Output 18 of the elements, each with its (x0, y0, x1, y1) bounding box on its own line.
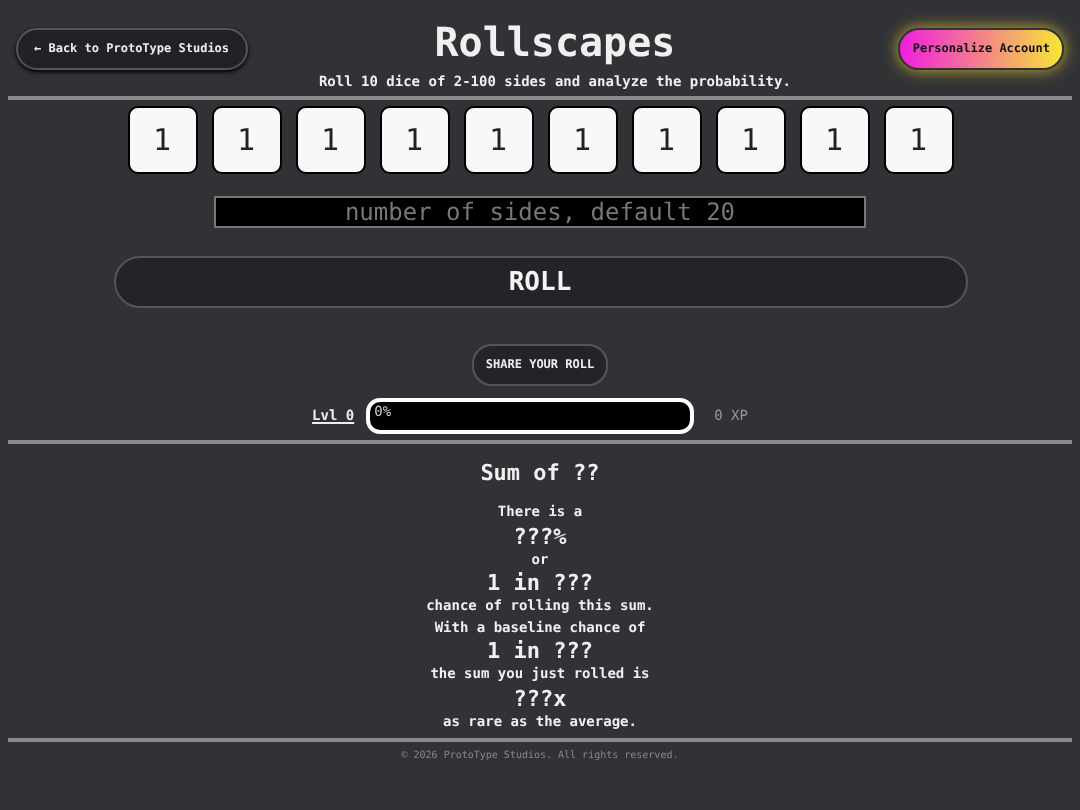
result-value: ???x (513, 685, 567, 711)
die-face: 1 (295, 106, 365, 174)
sides-input-field[interactable]: number of sides, default 20 (214, 196, 866, 228)
result-value: ???% (513, 523, 567, 549)
roll-button[interactable]: ROLL (113, 256, 967, 308)
app-title: Rollscapes (434, 18, 676, 66)
die-face: 1 (883, 106, 953, 174)
die-face: 1 (463, 106, 533, 174)
die-face: 1 (127, 106, 197, 174)
die-face: 1 (715, 106, 785, 174)
die-face: 1 (379, 106, 449, 174)
result-heading: Sum of ?? (480, 460, 600, 486)
result-value: 1 in ??? (487, 638, 593, 664)
result-value: 1 in ??? (487, 570, 593, 596)
die-face: 1 (547, 106, 617, 174)
die-face: 1 (631, 106, 701, 174)
die-face: 1 (799, 106, 869, 174)
die-face: 1 (211, 106, 281, 174)
